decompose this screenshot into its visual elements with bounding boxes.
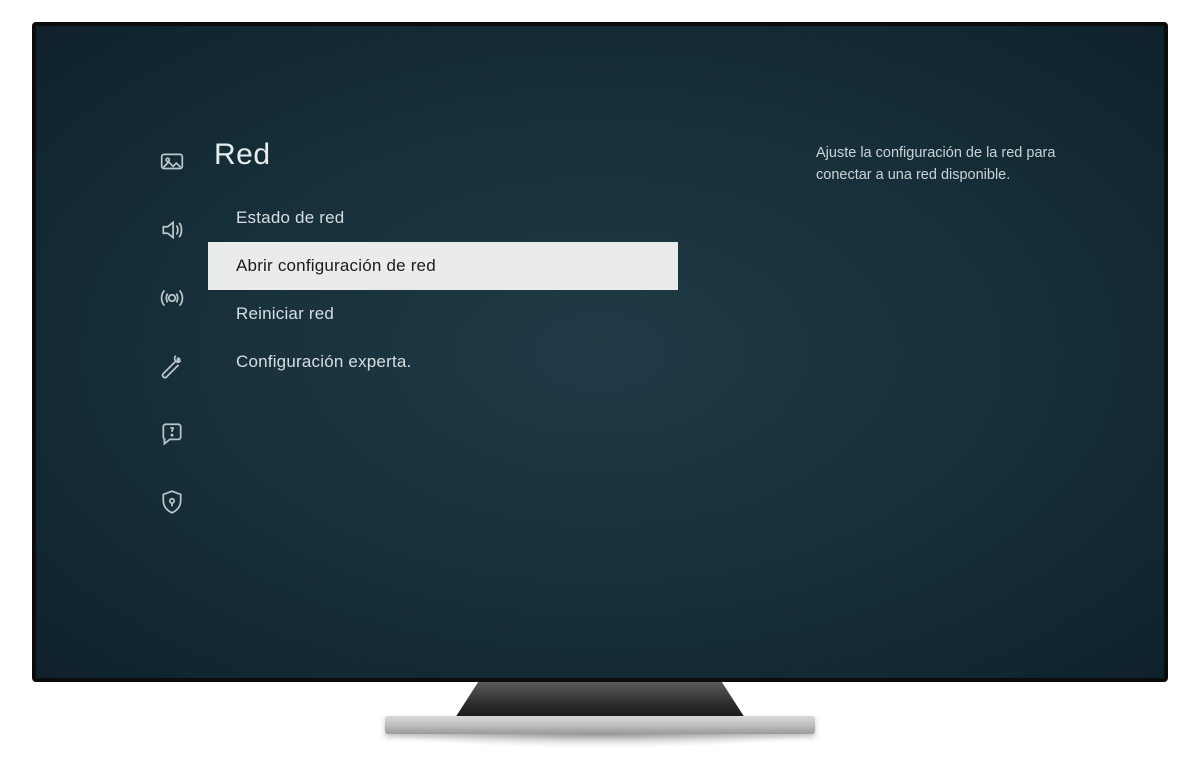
section-title: Red <box>208 138 678 194</box>
option-label: Configuración experta. <box>236 352 411 372</box>
general-icon[interactable] <box>156 350 188 382</box>
privacy-icon[interactable] <box>156 486 188 518</box>
support-icon[interactable] <box>156 418 188 450</box>
option-expert-settings[interactable]: Configuración experta. <box>208 338 678 386</box>
broadcast-icon[interactable] <box>156 282 188 314</box>
tv-product-shot: Red Estado de red Abrir configuración de… <box>0 0 1200 766</box>
description-text: Ajuste la configuración de la red para c… <box>816 142 1066 187</box>
options-column: Red Estado de red Abrir configuración de… <box>208 138 678 598</box>
sound-icon[interactable] <box>156 214 188 246</box>
option-label: Estado de red <box>236 208 344 228</box>
tv-stand-base <box>385 716 815 734</box>
option-label: Abrir configuración de red <box>236 256 436 276</box>
option-network-status[interactable]: Estado de red <box>208 194 678 242</box>
description-column: Ajuste la configuración de la red para c… <box>816 138 1076 598</box>
settings-main: Red Estado de red Abrir configuración de… <box>208 138 1076 598</box>
settings-menu: Red Estado de red Abrir configuración de… <box>136 138 1076 598</box>
tv-screen: Red Estado de red Abrir configuración de… <box>36 26 1164 678</box>
option-reset-network[interactable]: Reiniciar red <box>208 290 678 338</box>
picture-icon[interactable] <box>156 146 188 178</box>
tv-frame: Red Estado de red Abrir configuración de… <box>32 22 1168 682</box>
option-label: Reiniciar red <box>236 304 334 324</box>
settings-sidebar <box>136 138 208 598</box>
tv-stand-neck <box>455 682 745 718</box>
option-open-network-settings[interactable]: Abrir configuración de red <box>208 242 678 290</box>
